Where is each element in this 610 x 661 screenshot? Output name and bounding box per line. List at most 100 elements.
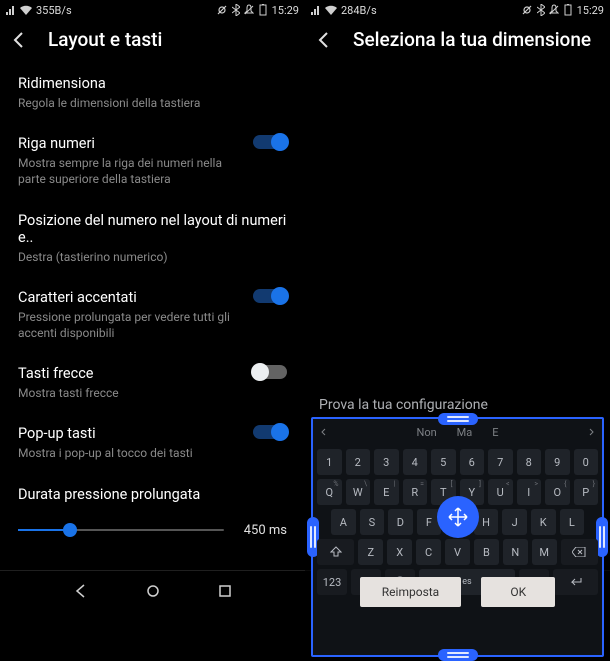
switch-accented[interactable] [253, 289, 287, 303]
backspace-icon [572, 547, 586, 557]
key-u[interactable]: U< [488, 479, 513, 505]
clock: 15:29 [272, 4, 299, 17]
setting-title: Posizione del numero nel layout di numer… [18, 212, 287, 246]
reset-button[interactable]: Reimposta [360, 577, 461, 607]
key-p[interactable]: P} [574, 479, 599, 505]
key-j[interactable]: J [502, 509, 527, 535]
wifi-icon [325, 5, 337, 15]
setting-title: Riga numeri [18, 135, 243, 152]
suggestion[interactable]: E [492, 426, 498, 439]
move-icon [447, 506, 469, 528]
mute-icon [549, 4, 559, 16]
signal-icon [311, 5, 321, 15]
key-shift[interactable] [317, 539, 354, 565]
letter-row-3: Z X C V B N M [315, 539, 600, 565]
key-x[interactable]: X [387, 539, 412, 565]
wifi-icon [20, 5, 32, 15]
ok-button[interactable]: OK [481, 577, 555, 607]
settings-list: Ridimensiona Regola le dimensioni della … [0, 59, 305, 570]
key-w[interactable]: W\ [346, 479, 371, 505]
setting-arrow-keys[interactable]: Tasti frecce Mostra tasti frecce [0, 353, 305, 413]
key-o[interactable]: O{ [545, 479, 570, 505]
clock: 15:29 [577, 4, 604, 17]
key-0[interactable]: 0 [574, 449, 599, 475]
switch-popup[interactable] [253, 425, 287, 439]
battery-icon [258, 4, 268, 16]
key-8[interactable]: 8 [517, 449, 542, 475]
battery-icon [563, 4, 573, 16]
setting-subtitle: Pressione prolungata per vedere tutti gl… [18, 309, 243, 341]
key-6[interactable]: 6 [460, 449, 485, 475]
net-speed: 284B/s [341, 4, 377, 17]
status-bar: 355B/s 15:29 [0, 0, 305, 20]
back-button[interactable] [315, 30, 335, 50]
suggestion-nav-left-icon[interactable] [319, 427, 329, 437]
keyboard-frame: Non Ma E 1 2 3 4 5 6 7 8 9 0 [311, 417, 604, 657]
setting-accented-chars[interactable]: Caratteri accentati Pressione prolungata… [0, 277, 305, 353]
bluetooth-icon [232, 4, 240, 16]
switch-arrows[interactable] [253, 365, 287, 379]
key-n[interactable]: N [503, 539, 528, 565]
key-7[interactable]: 7 [488, 449, 513, 475]
key-5[interactable]: 5 [431, 449, 456, 475]
key-c[interactable]: C [416, 539, 441, 565]
setting-subtitle: Mostra i pop-up al tocco dei tasti [18, 445, 243, 461]
key-r[interactable]: R= [403, 479, 428, 505]
setting-title: Ridimensiona [18, 75, 287, 92]
key-k[interactable]: K [531, 509, 556, 535]
key-9[interactable]: 9 [545, 449, 570, 475]
panel-settings: 355B/s 15:29 Layout e tasti Ridimensiona… [0, 0, 305, 610]
longpress-value: 450 ms [244, 523, 287, 538]
resize-handle-bottom[interactable] [438, 649, 478, 661]
key-q[interactable]: Q% [317, 479, 342, 505]
shift-icon [330, 546, 342, 558]
key-4[interactable]: 4 [403, 449, 428, 475]
setting-title: Pop-up tasti [18, 425, 243, 442]
key-3[interactable]: 3 [374, 449, 399, 475]
suggestion[interactable]: Non [416, 426, 436, 439]
nav-home[interactable] [145, 583, 161, 599]
app-bar: Seleziona la tua dimensione [305, 20, 610, 59]
key-l[interactable]: L [560, 509, 585, 535]
longpress-slider[interactable] [18, 529, 224, 531]
setting-number-row[interactable]: Riga numeri Mostra sempre la riga dei nu… [0, 123, 305, 199]
key-a[interactable]: A [331, 509, 356, 535]
key-z[interactable]: Z [358, 539, 383, 565]
key-d[interactable]: D [388, 509, 413, 535]
setting-resize[interactable]: Ridimensiona Regola le dimensioni della … [0, 63, 305, 123]
appbar-title: Layout e tasti [48, 28, 162, 51]
key-i[interactable]: I> [517, 479, 542, 505]
bluetooth-icon [537, 4, 545, 16]
appbar-title: Seleziona la tua dimensione [353, 28, 591, 51]
number-row: 1 2 3 4 5 6 7 8 9 0 [315, 449, 600, 475]
switch-number-row[interactable] [253, 135, 287, 149]
setting-subtitle: Mostra sempre la riga dei numeri nella p… [18, 155, 243, 187]
suggestion[interactable]: Ma [457, 426, 473, 439]
panel-resize: 284B/s 15:29 Seleziona la tua dimensione… [305, 0, 610, 610]
key-1[interactable]: 1 [317, 449, 342, 475]
key-backspace[interactable] [561, 539, 598, 565]
nav-back[interactable] [73, 583, 89, 599]
key-s[interactable]: S [360, 509, 385, 535]
nav-recent[interactable] [217, 583, 233, 599]
setting-number-position[interactable]: Posizione del numero nel layout di numer… [0, 200, 305, 277]
setting-longpress-duration: Durata pressione prolungata 450 ms [0, 474, 305, 550]
key-v[interactable]: V [445, 539, 470, 565]
key-b[interactable]: B [474, 539, 499, 565]
setting-popup-keys[interactable]: Pop-up tasti Mostra i pop-up al tocco de… [0, 413, 305, 473]
signal-icon [6, 5, 16, 15]
move-handle[interactable] [437, 496, 479, 538]
back-button[interactable] [10, 30, 30, 50]
net-speed: 355B/s [36, 4, 72, 17]
key-e[interactable]: E| [374, 479, 399, 505]
key-2[interactable]: 2 [346, 449, 371, 475]
key-m[interactable]: M [532, 539, 557, 565]
mute-icon [244, 4, 254, 16]
resize-handle-top[interactable] [438, 413, 478, 425]
eye-off-icon [521, 4, 533, 16]
setting-title: Durata pressione prolungata [18, 486, 287, 503]
nav-bar [0, 570, 305, 610]
status-bar: 284B/s 15:29 [305, 0, 610, 20]
setting-title: Caratteri accentati [18, 289, 243, 306]
suggestion-nav-right-icon[interactable] [586, 427, 596, 437]
